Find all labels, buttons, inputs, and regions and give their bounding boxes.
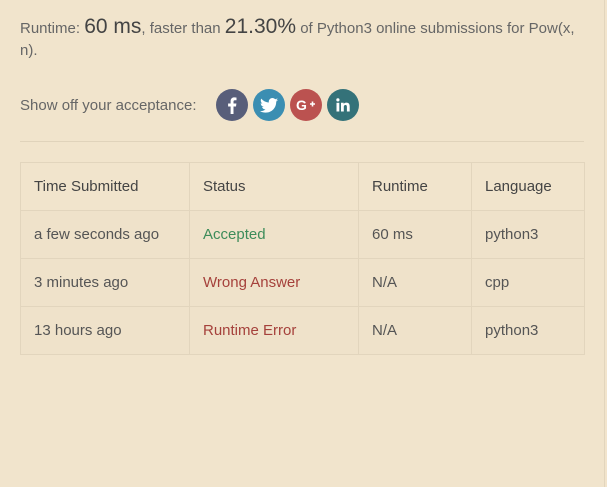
facebook-icon [227, 96, 237, 114]
status-link[interactable]: Accepted [189, 210, 359, 259]
header-status[interactable]: Status [189, 162, 359, 211]
percentile-value: 21.30% [224, 15, 297, 38]
linkedin-share-button[interactable] [326, 89, 359, 121]
runtime-cell: 60 ms [358, 210, 472, 259]
submissions-table: Time Submitted Status Runtime Language a… [20, 162, 585, 355]
google-plus-share-button[interactable]: G [289, 89, 322, 121]
runtime-cell: N/A [358, 306, 472, 355]
table-row: 3 minutes ago Wrong Answer N/A cpp [20, 258, 585, 307]
runtime-label: Runtime: [20, 20, 81, 37]
faster-than-text: , faster than [141, 20, 221, 37]
table-row: a few seconds ago Accepted 60 ms python3 [20, 210, 585, 259]
time-submitted-cell: a few seconds ago [20, 210, 190, 259]
language-cell: cpp [471, 258, 585, 307]
time-submitted-cell: 3 minutes ago [20, 258, 190, 307]
table-header-row: Time Submitted Status Runtime Language [20, 162, 585, 211]
time-submitted-cell: 13 hours ago [20, 306, 190, 355]
google-plus-icon: G [296, 98, 316, 112]
table-row: 13 hours ago Runtime Error N/A python3 [20, 306, 585, 355]
linkedin-icon [335, 98, 350, 112]
section-divider [20, 141, 584, 142]
submission-result-panel: Runtime: 60 ms, faster than 21.30% of Py… [0, 0, 605, 487]
share-row: Show off your acceptance: G [20, 89, 364, 121]
language-cell: python3 [471, 306, 585, 355]
header-runtime[interactable]: Runtime [358, 162, 472, 211]
runtime-cell: N/A [358, 258, 472, 307]
status-link[interactable]: Wrong Answer [189, 258, 359, 307]
facebook-share-button[interactable] [215, 89, 248, 121]
twitter-icon [259, 97, 278, 113]
language-cell: python3 [471, 210, 585, 259]
header-language[interactable]: Language [471, 162, 585, 211]
svg-text:G: G [296, 98, 307, 112]
runtime-summary: Runtime: 60 ms, faster than 21.30% of Py… [20, 16, 590, 62]
status-link[interactable]: Runtime Error [189, 306, 359, 355]
share-label: Show off your acceptance: [20, 96, 197, 114]
runtime-value: 60 ms [84, 15, 142, 38]
twitter-share-button[interactable] [252, 89, 285, 121]
header-time-submitted[interactable]: Time Submitted [20, 162, 190, 211]
